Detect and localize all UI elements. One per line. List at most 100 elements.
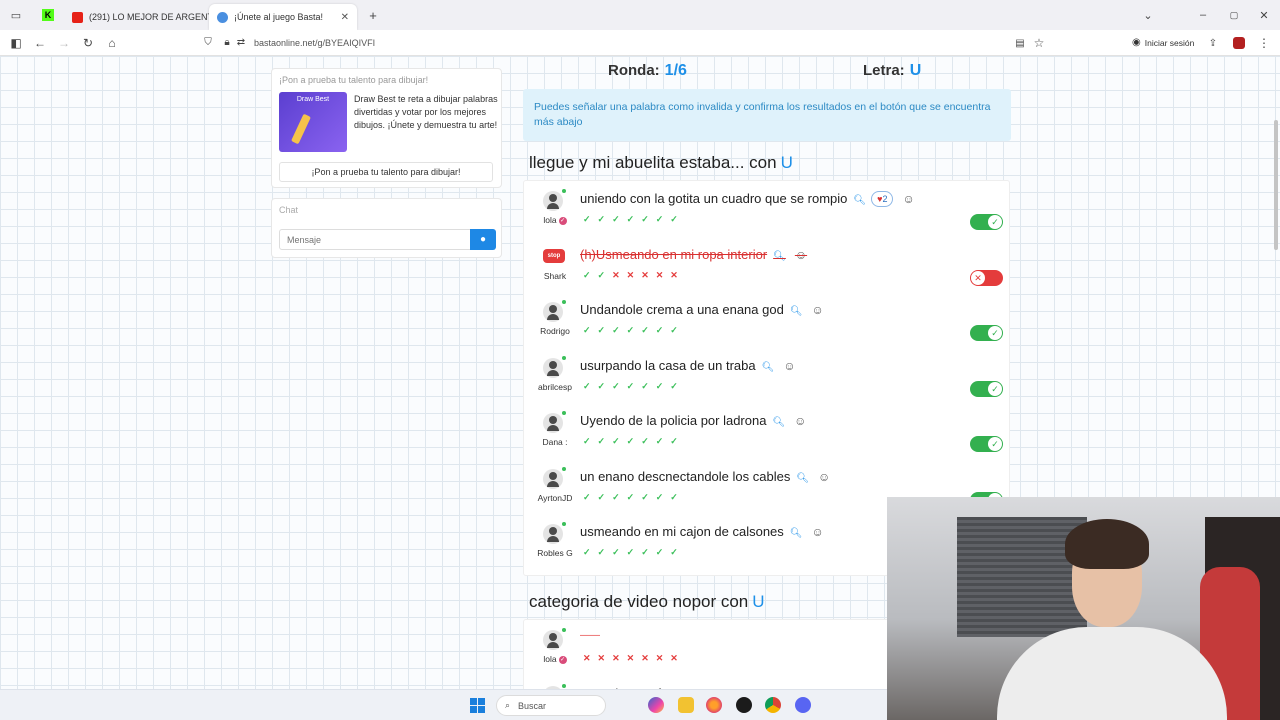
search-icon[interactable]: 🔍︎ — [796, 473, 809, 484]
cross-icon: ✕ — [612, 653, 620, 663]
kick-icon[interactable]: K — [38, 5, 58, 25]
page-scrollbar[interactable] — [1274, 120, 1278, 250]
streamer-webcam — [887, 497, 1280, 720]
extension-app-icon[interactable] — [1227, 31, 1251, 55]
check-icon: ✓ — [597, 547, 606, 557]
cross-icon: ✕ — [612, 269, 620, 280]
check-icon: ✓ — [583, 269, 591, 280]
menu-icon[interactable]: ⋮ — [1252, 31, 1276, 55]
browser-tab-bar: ▭ K (291) LO MEJOR DE ARGENTINA ✕ ¡Únete… — [0, 0, 1280, 30]
home-icon[interactable]: ⌂ — [100, 31, 124, 55]
close-icon[interactable]: ✕ — [341, 12, 349, 23]
add-reaction-icon[interactable]: ☺ — [794, 414, 806, 428]
shield-icon[interactable]: ⛉ — [196, 31, 220, 55]
capcut-icon[interactable] — [736, 697, 752, 713]
username-text: lola — [543, 215, 557, 225]
round-indicator: Ronda: 1/6 — [608, 62, 687, 80]
close-window-icon[interactable]: ✕ — [1254, 5, 1274, 25]
like-counter[interactable]: ♥2 — [871, 191, 894, 207]
tab-list-icon[interactable]: ▭ — [6, 5, 26, 25]
search-icon: ⌕ — [505, 700, 511, 710]
online-status-dot — [562, 355, 566, 360]
username-text: Robles G — [537, 548, 573, 558]
add-reaction-icon[interactable]: ☺ — [818, 470, 830, 484]
url-text[interactable]: bastaonline.net/g/BYEAIQIVFI — [254, 38, 375, 48]
add-reaction-icon[interactable]: ☺ — [795, 248, 807, 262]
add-reaction-icon[interactable]: ☺ — [902, 192, 914, 206]
search-icon[interactable]: 🔍︎ — [773, 251, 786, 262]
site-settings-icon[interactable]: ⇄ — [234, 31, 248, 55]
lock-icon[interactable]: 🔒︎ — [220, 31, 234, 55]
basta-icon — [217, 11, 228, 23]
chat-message-input[interactable] — [279, 229, 471, 250]
search-icon[interactable]: 🔍︎ — [762, 362, 775, 373]
copilot-icon[interactable] — [648, 697, 664, 713]
search-icon[interactable]: 🔍︎ — [790, 306, 803, 317]
check-icon: ✓ — [655, 214, 664, 224]
add-reaction-icon[interactable]: ☺ — [812, 303, 824, 317]
search-icon[interactable]: 🔍︎ — [853, 195, 866, 206]
check-icon: ✓ — [670, 380, 678, 391]
add-reaction-icon[interactable]: ☺ — [783, 359, 795, 373]
answer-text: Uyendo de la policia por ladrona 🔍︎ ☺ — [580, 413, 806, 428]
category-title: categoria de video nopor con U — [529, 592, 765, 612]
check-icon: ✓ — [583, 380, 591, 391]
category-letter: U — [752, 592, 765, 611]
validity-toggle[interactable]: ✕ — [970, 269, 1003, 286]
extensions-icon[interactable]: ⇪ — [1201, 31, 1225, 55]
check-icon: ✓ — [583, 491, 591, 502]
check-icon: ✓ — [612, 325, 620, 335]
answer-row: stop Shark (h)Usmeando en mi ropa interior… — [524, 237, 1011, 292]
send-message-button[interactable]: ● — [470, 229, 496, 250]
check-icon: ✓ — [655, 380, 664, 391]
discord-icon[interactable] — [795, 697, 811, 713]
online-status-dot — [562, 683, 566, 688]
windows-start-icon[interactable] — [470, 698, 485, 713]
back-icon[interactable]: ← — [28, 31, 52, 55]
username-text: Dana : — [542, 437, 568, 447]
search-icon[interactable]: 🔍︎ — [790, 528, 803, 539]
check-icon: ✓ — [988, 326, 1002, 340]
promo-button[interactable]: ¡Pon a prueba tu talento para dibujar! — [279, 162, 493, 182]
search-icon[interactable]: 🔍︎ — [772, 417, 785, 428]
check-icon: ✓ — [670, 547, 678, 557]
answer-text: Undandole crema a una enana god 🔍︎ ☺ — [580, 302, 824, 317]
validity-toggle[interactable]: ✓ — [970, 380, 1003, 397]
tab-basta[interactable]: ¡Únete al juego Basta! ✕ — [209, 4, 357, 30]
chevron-down-icon[interactable]: ⌄ — [1138, 5, 1158, 25]
username: Shark — [530, 271, 580, 281]
pencil-icon — [291, 113, 311, 145]
check-icon: ✓ — [626, 325, 635, 335]
validity-toggle[interactable]: ✓ — [970, 325, 1003, 341]
validity-toggle[interactable]: ✓ — [970, 436, 1003, 452]
answer-row: Dana : Uyendo de la policia por ladrona 🔍︎… — [524, 403, 1011, 458]
signin-button[interactable]: ◉ Iniciar sesión — [1132, 37, 1194, 48]
forward-icon[interactable]: → — [52, 31, 76, 55]
file-explorer-icon[interactable] — [678, 697, 694, 713]
cross-icon: ✕ — [670, 653, 678, 663]
minimize-icon[interactable]: – — [1193, 5, 1213, 25]
drawbest-thumbnail[interactable]: Draw Best — [279, 92, 347, 152]
new-tab-button[interactable]: + — [363, 5, 383, 25]
maximize-icon[interactable]: ▢ — [1224, 5, 1244, 25]
check-icon: ✓ — [988, 437, 1002, 451]
cross-icon: ✕ — [655, 653, 664, 663]
tab-youtube[interactable]: (291) LO MEJOR DE ARGENTINA ✕ — [64, 4, 209, 30]
answer-text: usurpando la casa de un traba 🔍︎ ☺ — [580, 358, 796, 373]
username-text: Shark — [543, 270, 567, 281]
answer-text-content: —— — [580, 630, 600, 641]
cross-icon: ✕ — [971, 270, 985, 285]
bookmark-star-icon[interactable]: ☆ — [1027, 31, 1051, 55]
taskbar-search[interactable]: ⌕ Buscar — [496, 695, 606, 716]
chrome-icon[interactable] — [765, 697, 781, 713]
drawbest-promo-card: ¡Pon a prueba tu talento para dibujar! D… — [271, 68, 502, 188]
avatar — [543, 357, 563, 378]
firefox-icon[interactable] — [706, 697, 722, 713]
add-reaction-icon[interactable]: ☺ — [812, 525, 824, 539]
check-icon: ✓ — [641, 436, 649, 446]
sidebar-toggle-icon[interactable]: ◧ — [4, 31, 28, 55]
username-text: AyrtonJD — [537, 492, 573, 503]
username-text: Rodrigo — [540, 326, 570, 336]
reload-icon[interactable]: ↻ — [76, 31, 100, 55]
validity-toggle[interactable]: ✓ — [970, 214, 1003, 230]
